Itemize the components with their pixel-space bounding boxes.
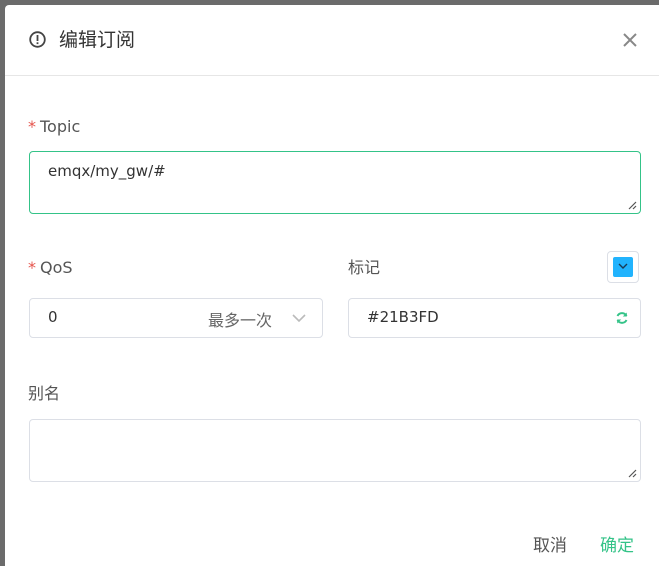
qos-select-hint: 最多一次 xyxy=(208,311,273,330)
required-mark: * xyxy=(28,117,36,136)
close-icon[interactable] xyxy=(622,32,638,48)
mark-color-value: #21B3FD xyxy=(367,308,439,326)
chevron-down-icon xyxy=(618,263,628,269)
mark-label: 标记 xyxy=(348,258,381,277)
topic-label: * Topic xyxy=(28,115,80,139)
alias-input[interactable] xyxy=(29,419,641,482)
mark-color-input[interactable]: #21B3FD xyxy=(348,298,641,338)
dialog-header: 编辑订阅 xyxy=(5,5,659,76)
topic-input[interactable]: emqx/my_gw/# xyxy=(29,151,641,214)
qos-select[interactable]: 0 最多一次 xyxy=(29,298,323,338)
resize-handle-icon[interactable] xyxy=(628,201,637,210)
confirm-button[interactable]: 确定 xyxy=(600,534,634,558)
dialog-title: 编辑订阅 xyxy=(59,29,136,51)
cancel-button[interactable]: 取消 xyxy=(533,534,567,558)
color-picker-button[interactable] xyxy=(607,251,639,283)
qos-label: * QoS xyxy=(28,256,73,280)
topic-input-value: emqx/my_gw/# xyxy=(48,162,166,180)
required-mark: * xyxy=(28,258,36,277)
chevron-down-icon xyxy=(292,314,306,323)
resize-handle-icon[interactable] xyxy=(628,469,637,478)
edit-subscription-dialog: 编辑订阅 * Topic emqx/my_gw/# * QoS 0 最多一次 标记 … xyxy=(5,5,659,566)
color-swatch xyxy=(613,257,633,277)
refresh-icon[interactable] xyxy=(615,311,629,325)
qos-label-text: QoS xyxy=(40,258,73,277)
alias-label: 别名 xyxy=(28,384,61,403)
warning-circle-icon xyxy=(29,31,46,48)
topic-label-text: Topic xyxy=(40,117,81,136)
qos-select-value: 0 xyxy=(48,308,58,326)
